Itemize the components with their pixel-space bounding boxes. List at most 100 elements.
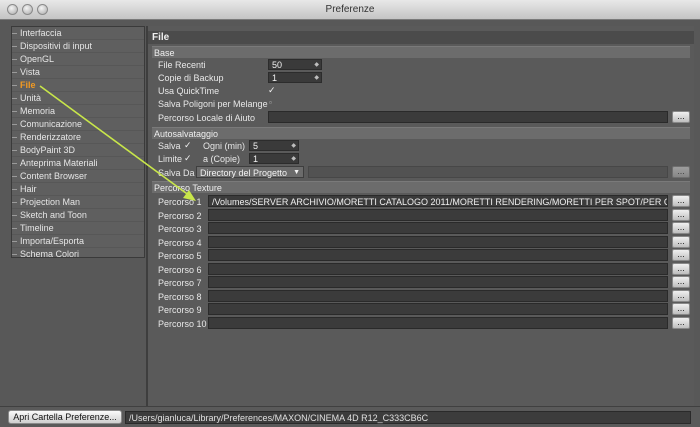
spinner-icon[interactable]: ◆ [314,73,319,84]
autosave-copies-field[interactable]: 1 ◆ [249,153,299,164]
browse-texture-path-7-button[interactable]: ... [672,276,690,288]
texture-path-4-label: Percorso 4 [158,238,202,248]
texture-path-8-field[interactable] [208,290,668,302]
sidebar-item-label: Sketch and Toon [20,210,87,220]
section-texture-paths-header[interactable]: Percorso Texture [152,181,690,193]
autosave-copies-label: a (Copie) [203,154,241,164]
autosave-from-label: Salva Da [158,168,195,178]
backup-copies-field[interactable]: 1 ◆ [268,72,322,83]
sidebar-item-label: Comunicazione [20,119,83,129]
sidebar-item-label: Anteprima Materiali [20,158,98,168]
browse-texture-path-6-button[interactable]: ... [672,263,690,275]
open-preferences-folder-button[interactable]: Apri Cartella Preferenze... [8,410,122,424]
autosave-from-dropdown[interactable]: Directory del Progetto ▼ [196,166,304,178]
browse-texture-path-9-button[interactable]: ... [672,303,690,315]
window-title: Preferenze [325,4,375,15]
sidebar-item-comunicazione[interactable]: Comunicazione [12,118,144,131]
spinner-icon[interactable]: ◆ [291,141,296,152]
sidebar-item-file[interactable]: File [12,79,144,92]
browse-texture-path-3-button[interactable]: ... [672,222,690,234]
tree-branch-icon [12,176,17,177]
sidebar-item-importa-esporta[interactable]: Importa/Esporta [12,235,144,248]
tree-branch-icon [12,202,17,203]
sidebar-item-label: Unità [20,93,42,103]
tree-branch-icon [12,150,17,151]
sidebar-item-schema-colori[interactable]: Schema Colori [12,248,144,261]
help-path-field[interactable] [268,111,668,123]
browse-texture-path-5-button[interactable]: ... [672,249,690,261]
sidebar-item-label: Importa/Esporta [20,236,85,246]
tree-branch-icon [12,85,17,86]
sidebar-item-unita[interactable]: Unità [12,92,144,105]
sidebar-item-hair[interactable]: Hair [12,183,144,196]
browse-texture-path-2-button[interactable]: ... [672,209,690,221]
browse-texture-path-10-button[interactable]: ... [672,317,690,329]
help-path-label: Percorso Locale di Aiuto [158,113,256,123]
section-autosave-header[interactable]: Autosalvataggio [152,127,690,139]
sidebar-item-dispositivi-di-input[interactable]: Dispositivi di input [12,40,144,53]
spinner-icon[interactable]: ◆ [291,154,296,165]
sidebar-item-bodypaint-3d[interactable]: BodyPaint 3D [12,144,144,157]
sidebar-item-label: File [20,80,36,90]
chevron-down-icon: ▼ [293,169,300,176]
sidebar-item-anteprima-materiali[interactable]: Anteprima Materiali [12,157,144,170]
tree-branch-icon [12,46,17,47]
category-sidebar: Interfaccia Dispositivi di input OpenGL … [11,26,145,261]
sidebar-item-memoria[interactable]: Memoria [12,105,144,118]
texture-path-9-field[interactable] [208,303,668,315]
texture-path-3-field[interactable] [208,222,668,234]
texture-path-5-label: Percorso 5 [158,251,202,261]
texture-path-6-field[interactable] [208,263,668,275]
footer-bar: Apri Cartella Preferenze... /Users/gianl… [0,406,700,427]
use-quicktime-label: Usa QuickTime [158,86,220,96]
texture-path-5-field[interactable] [208,249,668,261]
melange-polygons-label: Salva Poligoni per Melange [158,99,268,109]
sidebar-item-label: Vista [20,67,40,77]
texture-path-2-field[interactable] [208,209,668,221]
recent-files-label: File Recenti [158,60,206,70]
melange-polygons-checkbox[interactable]: ▫ [269,98,278,108]
texture-path-7-field[interactable] [208,276,668,288]
sidebar-item-projection-man[interactable]: Projection Man [12,196,144,209]
browse-texture-path-4-button[interactable]: ... [672,236,690,248]
use-quicktime-checkbox[interactable]: ✓ [268,85,277,95]
sidebar-item-label: Memoria [20,106,56,116]
tree-branch-icon [12,124,17,125]
texture-path-4-field[interactable] [208,236,668,248]
texture-path-1-field[interactable]: /Volumes/SERVER ARCHIVIO/MORETTI CATALOG… [208,195,668,207]
sidebar-item-opengl[interactable]: OpenGL [12,53,144,66]
sidebar-item-label: Renderizzatore [20,132,82,142]
tree-branch-icon [12,215,17,216]
tree-branch-icon [12,59,17,60]
sidebar-item-label: Hair [20,184,37,194]
browse-texture-path-1-button[interactable]: ... [672,195,690,207]
section-base-header[interactable]: Base [152,46,690,58]
autosave-interval-field[interactable]: 5 ◆ [249,140,299,151]
texture-path-10-field[interactable] [208,317,668,329]
title-bar: Preferenze [0,0,700,20]
texture-path-3-label: Percorso 3 [158,224,202,234]
autosave-limit-checkbox[interactable]: ✓ [184,153,193,163]
texture-path-9-label: Percorso 9 [158,305,202,315]
spinner-icon[interactable]: ◆ [314,60,319,71]
panel-title: File [148,31,694,44]
tree-branch-icon [12,72,17,73]
texture-path-1-label: Percorso 1 [158,197,202,207]
sidebar-item-vista[interactable]: Vista [12,66,144,79]
browse-texture-path-8-button[interactable]: ... [672,290,690,302]
sidebar-item-interfaccia[interactable]: Interfaccia [12,27,144,40]
sidebar-item-renderizzatore[interactable]: Renderizzatore [12,131,144,144]
sidebar-item-content-browser[interactable]: Content Browser [12,170,144,183]
sidebar-item-sketch-and-toon[interactable]: Sketch and Toon [12,209,144,222]
sidebar-item-label: Content Browser [20,171,88,181]
autosave-checkbox[interactable]: ✓ [184,140,193,150]
browse-help-path-button[interactable]: ... [672,111,690,123]
texture-path-10-label: Percorso 10 [158,319,207,329]
settings-panel: File Base File Recenti 50 ◆ Copie di Back… [148,26,694,406]
tree-branch-icon [12,98,17,99]
browse-autosave-path-button: ... [672,166,690,178]
recent-files-field[interactable]: 50 ◆ [268,59,322,70]
autosave-path-field [308,166,668,178]
sidebar-item-timeline[interactable]: Timeline [12,222,144,235]
texture-path-2-label: Percorso 2 [158,211,202,221]
